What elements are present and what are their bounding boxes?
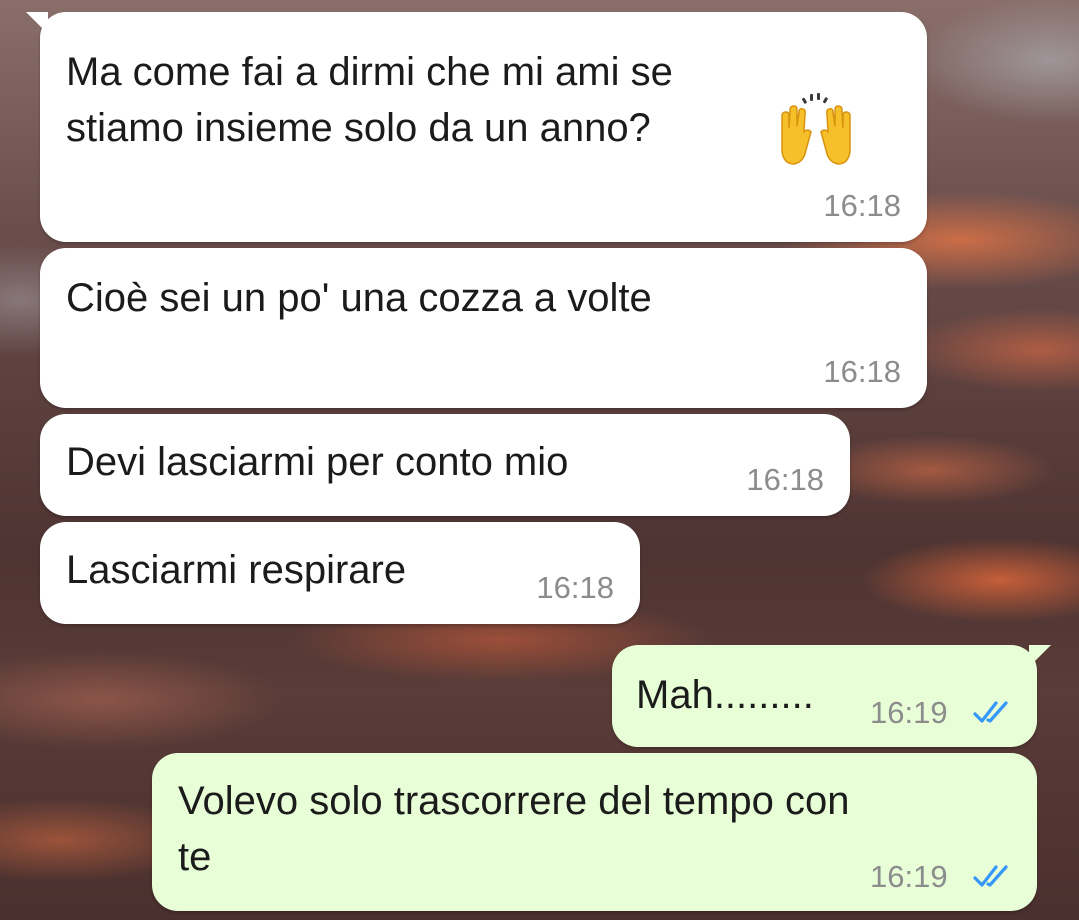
message-timestamp: 16:18: [823, 354, 901, 389]
message-text: Volevo solo trascorrere del tempo con te: [178, 779, 850, 879]
message-bubble-incoming[interactable]: Cioè sei un po' una cozza a volte 16:18: [40, 248, 927, 408]
message-text: Mah.........: [636, 673, 814, 717]
message-bubble-incoming[interactable]: Lasciarmi respirare 16:18: [40, 522, 640, 624]
message-timestamp: 16:18: [823, 188, 901, 223]
message-timestamp: 16:18: [746, 462, 824, 497]
message-timestamp: 16:19: [870, 695, 948, 730]
message-text: Cioè sei un po' una cozza a volte: [66, 276, 652, 320]
bubble-tail: [1029, 645, 1051, 667]
message-timestamp: 16:18: [536, 570, 614, 605]
message-bubble-incoming[interactable]: Devi lasciarmi per conto mio 16:18: [40, 414, 850, 516]
message-bubble-outgoing[interactable]: Mah......... 16:19: [612, 645, 1051, 747]
read-double-check-icon: [973, 701, 1008, 723]
read-double-check-icon: [973, 865, 1008, 887]
message-text: Lasciarmi respirare: [66, 548, 407, 592]
bubble-tail: [26, 12, 48, 34]
message-text: Devi lasciarmi per conto mio: [66, 440, 569, 484]
message-bubble-outgoing[interactable]: Volevo solo trascorrere del tempo con te…: [152, 753, 1037, 911]
message-timestamp: 16:19: [870, 859, 948, 894]
raising-hands-emoji: [781, 93, 851, 165]
message-text: Ma come fai a dirmi che mi ami se stiamo…: [66, 50, 673, 150]
message-bubble-incoming[interactable]: Ma come fai a dirmi che mi ami se stiamo…: [26, 12, 927, 242]
